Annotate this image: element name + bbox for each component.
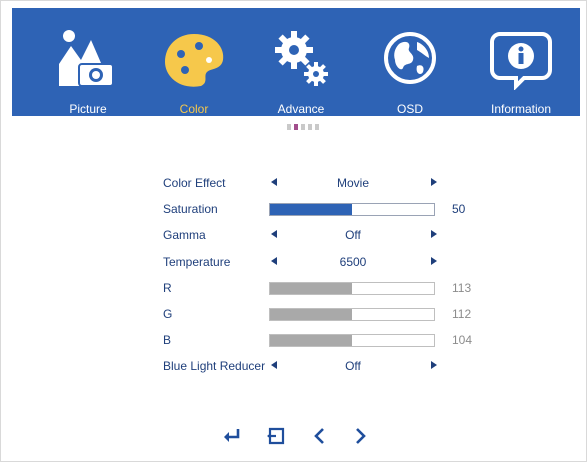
tab-label: Color (179, 102, 209, 116)
row-value: 6500 (339, 254, 367, 269)
page-dot (308, 124, 312, 130)
menu-row-temperature[interactable]: Temperature 6500 (163, 253, 483, 279)
picture-icon (59, 30, 114, 87)
tab-label: Information (490, 102, 552, 116)
b-slider[interactable] (269, 334, 435, 348)
row-label: Gamma (163, 228, 206, 243)
tab-picture[interactable]: Picture (38, 18, 138, 116)
exit-icon[interactable] (266, 426, 288, 446)
slider-fill (270, 282, 352, 294)
row-label: B (163, 333, 172, 348)
row-value: 112 (452, 306, 472, 321)
gears-icon (275, 31, 328, 86)
menu-row-color-effect[interactable]: Color Effect Movie (163, 174, 483, 200)
tab-color[interactable]: Color (144, 18, 244, 116)
row-label: Saturation (163, 202, 218, 217)
row-label: R (163, 280, 172, 295)
row-value: Movie (336, 176, 369, 190)
slider-fill (270, 204, 352, 216)
row-label: Temperature (163, 254, 231, 269)
g-slider[interactable] (269, 307, 435, 321)
tab-label: OSD (396, 102, 423, 116)
menu-row-gamma[interactable]: Gamma Off (163, 226, 483, 252)
tab-label: Advance (277, 102, 325, 116)
page-dot (301, 124, 305, 130)
menu-row-r[interactable]: R 113 (163, 279, 483, 305)
menu-row-saturation[interactable]: Saturation 50 (163, 200, 483, 226)
row-label: G (163, 306, 173, 321)
r-slider[interactable] (269, 281, 435, 295)
row-value: Off (345, 228, 361, 243)
row-value: 113 (452, 280, 472, 295)
row-value: Off (345, 359, 361, 374)
tab-information[interactable]: Information (471, 18, 571, 116)
enter-icon[interactable] (221, 426, 243, 446)
color-palette-icon (165, 34, 224, 87)
row-label: Color Effect (163, 176, 226, 190)
right-arrow-icon[interactable] (431, 256, 437, 265)
menu-row-g[interactable]: G 112 (163, 305, 483, 331)
left-arrow-icon[interactable] (271, 178, 277, 186)
info-icon (490, 32, 552, 90)
tab-bar: Picture Color Advance OSD Information (12, 8, 580, 116)
right-arrow-icon[interactable] (431, 361, 437, 370)
tab-advance[interactable]: Advance (251, 18, 351, 116)
row-value: 104 (452, 333, 473, 348)
saturation-slider[interactable] (269, 203, 435, 217)
right-arrow-icon[interactable] (431, 230, 437, 239)
color-menu: Color Effect Movie Saturation 50 Gamma O… (163, 174, 483, 384)
slider-fill (270, 308, 352, 320)
page-dot-active (294, 124, 298, 130)
right-chevron-icon[interactable] (349, 426, 371, 446)
menu-row-b[interactable]: B 104 (163, 331, 483, 357)
row-value: 50 (452, 202, 466, 217)
right-arrow-icon[interactable] (431, 178, 437, 186)
left-chevron-icon[interactable] (309, 426, 331, 446)
globe-icon (384, 32, 436, 84)
slider-fill (270, 335, 352, 347)
page-dot (315, 124, 319, 130)
page-dot (287, 124, 291, 130)
menu-row-blue-light-reducer[interactable]: Blue Light Reducer Off (163, 357, 483, 383)
left-arrow-icon[interactable] (271, 256, 277, 265)
row-label: Blue Light Reducer (163, 359, 266, 374)
tab-label: Picture (69, 102, 107, 116)
tab-osd[interactable]: OSD (360, 18, 460, 116)
left-arrow-icon[interactable] (271, 230, 277, 239)
left-arrow-icon[interactable] (271, 361, 277, 370)
page-indicator (287, 124, 319, 130)
